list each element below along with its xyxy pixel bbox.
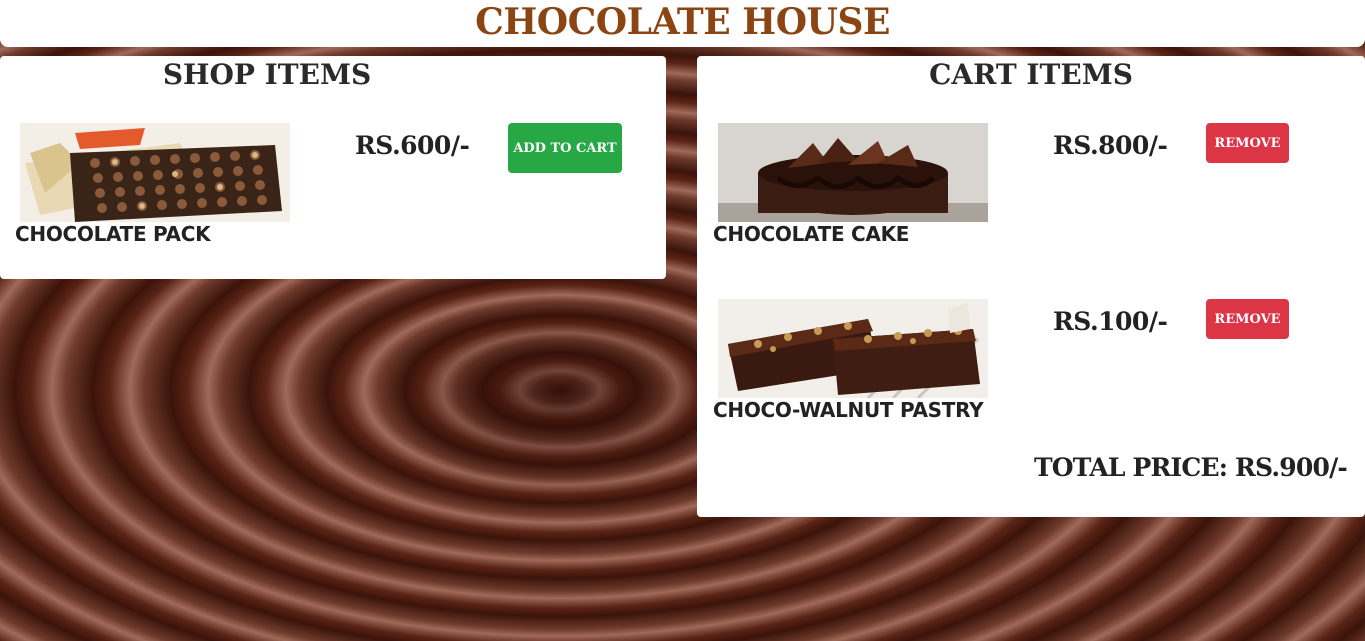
remove-button[interactable]: REMOVE — [1206, 123, 1289, 163]
chocolate-box-image — [20, 123, 290, 222]
shop-item-name: CHOCOLATE PACK — [15, 222, 211, 246]
add-to-cart-button[interactable]: ADD TO CART — [508, 123, 622, 173]
cart-item-name: CHOCO-WALNUT PASTRY — [713, 398, 984, 422]
chocolate-cake-image — [718, 123, 988, 222]
site-header: CHOCOLATE HOUSE — [0, 0, 1365, 47]
walnut-pastry-image — [718, 299, 988, 398]
shop-panel: SHOP ITEMS CHOCOLATE PACK RS.600/- ADD T… — [0, 56, 666, 279]
remove-button[interactable]: REMOVE — [1206, 299, 1289, 339]
cart-panel: CART ITEMS CHOCOLATE CAKE RS.800/- REMOV… — [697, 56, 1365, 517]
total-price: TOTAL PRICE: RS.900/- — [1034, 453, 1348, 482]
shop-item-price: RS.600/- — [355, 131, 470, 160]
cart-item: CHOCO-WALNUT PASTRY RS.100/- REMOVE — [697, 232, 1365, 422]
shop-item: CHOCOLATE PACK RS.600/- ADD TO CART — [0, 56, 666, 246]
cart-item: CHOCOLATE CAKE RS.800/- REMOVE — [697, 56, 1365, 246]
site-title: CHOCOLATE HOUSE — [475, 1, 890, 43]
cart-item-price: RS.100/- — [1053, 307, 1168, 336]
cart-item-price: RS.800/- — [1053, 131, 1168, 160]
